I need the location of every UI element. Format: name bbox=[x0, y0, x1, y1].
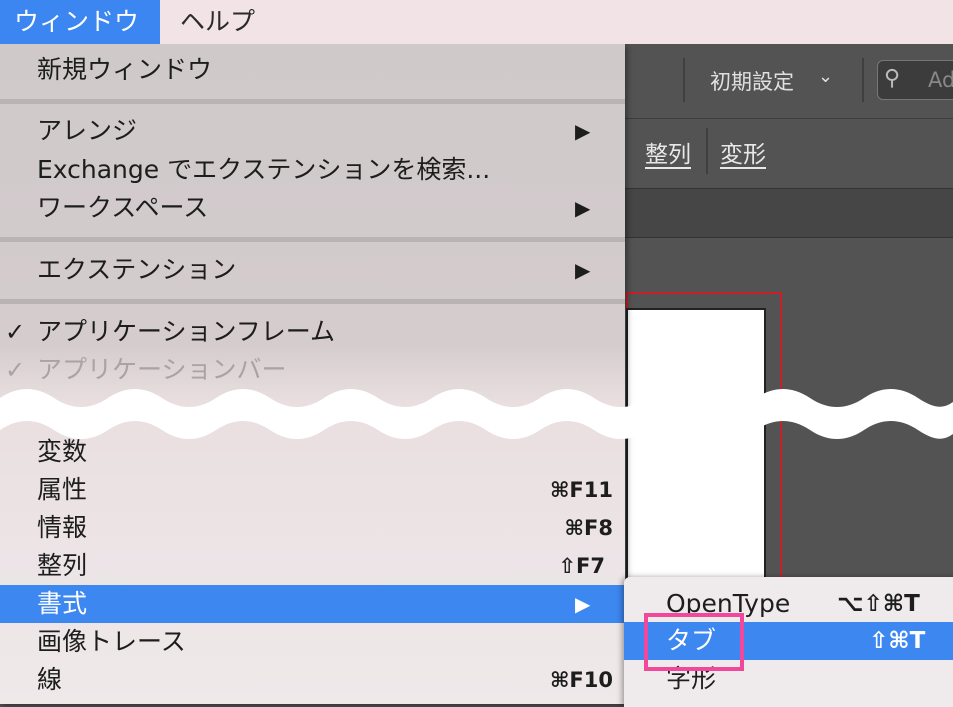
menu-item-label: エクステンション bbox=[37, 255, 237, 284]
shortcut-label: ⌘F8 bbox=[564, 516, 613, 540]
shortcut-label: ⇧⌘T bbox=[869, 628, 926, 654]
menu-item-exchange[interactable]: Exchange でエクステンションを検索... bbox=[0, 151, 625, 189]
menu-item-info[interactable]: 情報 ⌘F8 bbox=[0, 509, 625, 547]
menu-window[interactable]: ウィンドウ bbox=[0, 0, 160, 44]
menu-item-stroke[interactable]: 線 ⌘F10 bbox=[0, 661, 625, 699]
menu-item-label: アレンジ bbox=[37, 116, 138, 145]
divider bbox=[706, 128, 708, 174]
menu-item-label: Exchange でエクステンションを検索... bbox=[37, 155, 491, 184]
menu-item-label: 情報 bbox=[37, 513, 88, 542]
divider bbox=[683, 58, 685, 102]
menu-item-workspace[interactable]: ワークスペース ▶ bbox=[0, 189, 625, 227]
menu-item-attributes[interactable]: 属性 ⌘F11 bbox=[0, 471, 625, 509]
divider bbox=[862, 58, 864, 102]
submenu-arrow-icon: ▶ bbox=[575, 196, 591, 220]
wavy-cut-divider bbox=[0, 389, 953, 439]
shortcut-label: ⌥⇧⌘T bbox=[837, 591, 920, 617]
menu-separator bbox=[0, 99, 625, 104]
menu-item-type[interactable]: 書式 ▶ bbox=[0, 585, 625, 623]
menu-item-label: 整列 bbox=[37, 551, 88, 580]
menu-item-new-window[interactable]: 新規ウィンドウ bbox=[0, 51, 625, 89]
menu-item-image-trace[interactable]: 画像トレース bbox=[0, 623, 625, 661]
workspace-switcher[interactable]: 初期設定 bbox=[710, 66, 794, 96]
menu-separator bbox=[0, 299, 625, 304]
menu-item-label: 新規ウィンドウ bbox=[37, 55, 213, 84]
search-icon[interactable]: ⚲ bbox=[884, 66, 900, 91]
submenu-arrow-icon: ▶ bbox=[575, 592, 591, 616]
shortcut-label: ⌘F11 bbox=[549, 478, 613, 502]
transform-link[interactable]: 変形 bbox=[720, 135, 766, 169]
menu-separator bbox=[0, 237, 625, 242]
menu-item-extensions[interactable]: エクステンション ▶ bbox=[0, 251, 625, 289]
menu-item-arrange[interactable]: アレンジ ▶ bbox=[0, 112, 625, 150]
menu-item-label: 画像トレース bbox=[37, 627, 186, 656]
shortcut-label: ⇧F7 bbox=[558, 554, 605, 578]
submenu-arrow-icon: ▶ bbox=[575, 258, 591, 282]
submenu-arrow-icon: ▶ bbox=[575, 119, 591, 143]
chevron-down-icon[interactable]: ⌄ bbox=[818, 66, 833, 87]
align-link[interactable]: 整列 bbox=[645, 135, 691, 169]
menu-item-label: 属性 bbox=[37, 475, 88, 504]
highlight-annotation-box bbox=[644, 613, 744, 671]
search-placeholder: Ad bbox=[928, 68, 953, 92]
menu-item-align[interactable]: 整列 ⇧F7 bbox=[0, 547, 625, 585]
menu-item-label: 線 bbox=[37, 665, 63, 694]
menu-bar: ウィンドウ ヘルプ bbox=[0, 0, 953, 44]
menu-item-label: 書式 bbox=[37, 589, 88, 618]
menu-item-label: アプリケーションフレーム bbox=[37, 317, 336, 346]
shortcut-label: ⌘F10 bbox=[549, 668, 613, 692]
menu-item-application-frame[interactable]: ✓ アプリケーションフレーム bbox=[0, 313, 625, 351]
menu-help[interactable]: ヘルプ bbox=[166, 0, 269, 44]
checkmark-icon: ✓ bbox=[5, 318, 26, 346]
menu-item-label: ワークスペース bbox=[37, 193, 209, 222]
